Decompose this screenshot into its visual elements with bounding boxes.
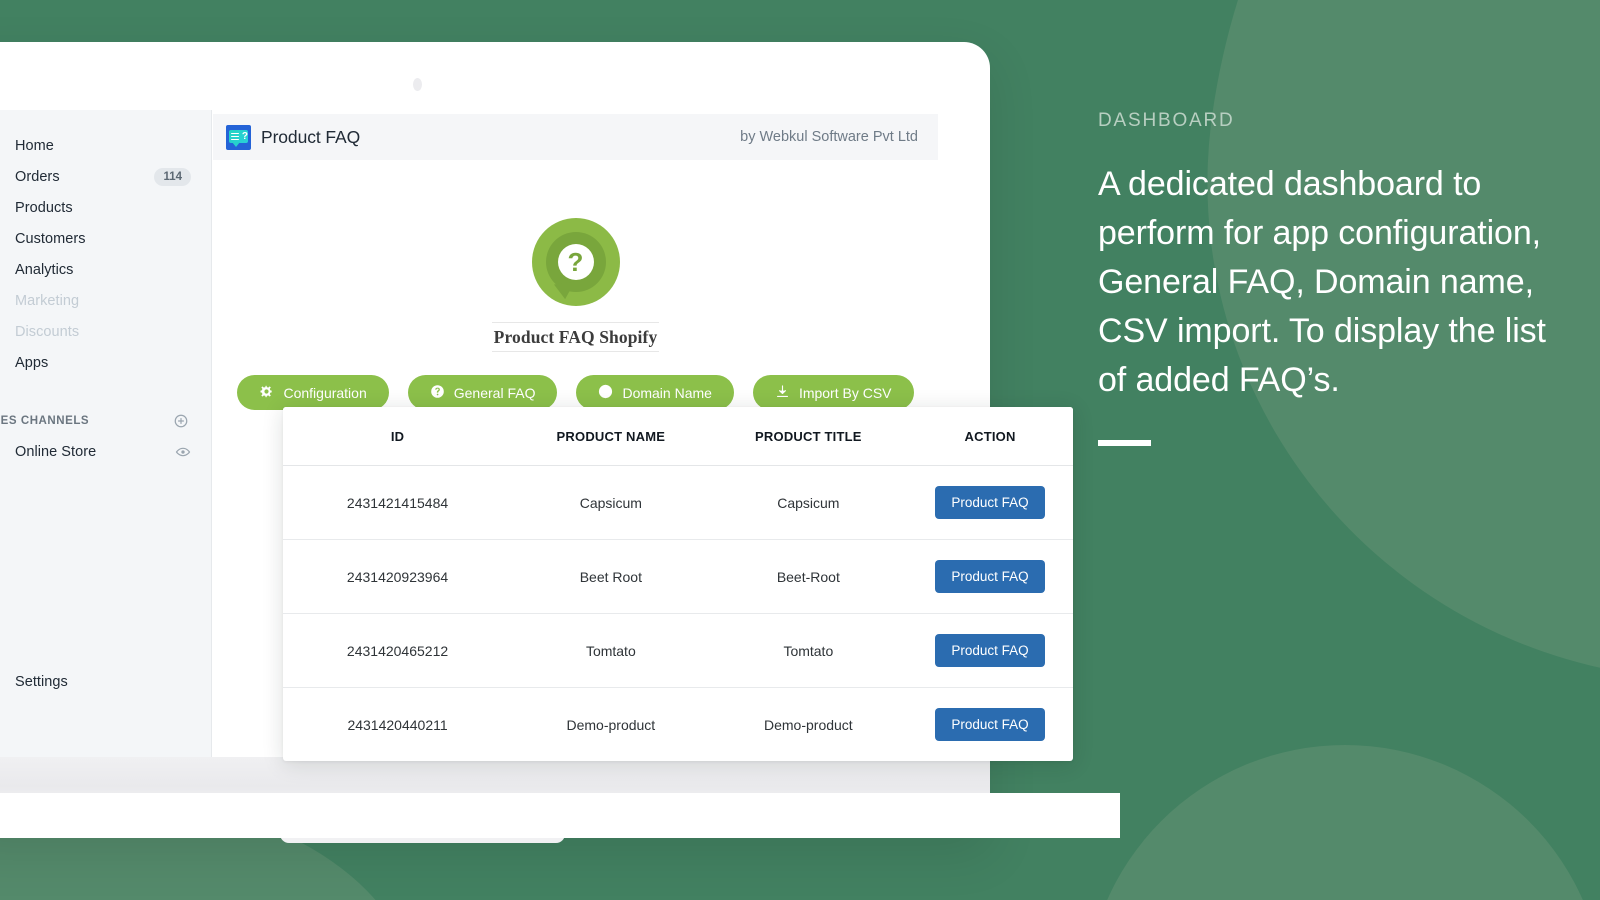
cell-product-name: Demo-product [566,716,656,733]
sidebar-item-settings[interactable]: Settings [0,666,205,697]
cell-action: Product FAQ [907,465,1073,540]
device-camera-dot [413,78,422,91]
cell-id: 2431420440211 [347,716,448,733]
cell-product-name: Beet Root [512,539,710,614]
general-faq-button[interactable]: General FAQ [407,375,558,410]
eye-icon[interactable] [175,444,191,460]
shopify-sidebar: Home Orders 114 Products Customers Analy… [0,110,212,757]
sidebar-item-home[interactable]: Home [0,130,205,161]
button-label: Domain Name [622,384,712,401]
panel-body-text: A dedicated dashboard to perform for app… [1098,165,1546,399]
table-row: 2431420465212 Tomtato Tomtato Product FA… [283,613,1073,688]
cell-product-title: Tomtato [709,613,908,688]
row-product-faq-button[interactable]: Product FAQ [935,708,1045,741]
sidebar-item-label: Analytics [15,261,74,278]
plus-circle-icon[interactable] [173,413,189,429]
cell-product-name: Capsicum [512,465,710,540]
sidebar-item-label: Discounts [15,323,80,340]
app-title: Product FAQ [261,126,361,147]
product-faq-app-icon: ? [226,124,251,150]
cell-action: Product FAQ [907,688,1073,762]
sales-channels-section-header: SALES CHANNELS [0,410,205,432]
logo-bubble-shape: ? [545,232,606,292]
app-byline: by Webkul Software Pvt Ltd [740,129,918,145]
section-title: SALES CHANNELS [0,415,90,427]
device-base-bevel [980,793,1120,838]
download-icon [775,384,790,402]
cell-product-name: Tomtato [512,613,710,688]
column-header-action: ACTION [907,407,1073,466]
sidebar-item-products[interactable]: Products [0,192,205,223]
sidebar-item-online-store[interactable]: Online Store [0,436,205,467]
sidebar-item-label: Online Store [15,443,97,460]
table-head: ID PRODUCT NAME PRODUCT TITLE ACTION [283,407,1073,466]
sidebar-item-orders[interactable]: Orders 114 [0,161,205,192]
table-header-row: ID PRODUCT NAME PRODUCT TITLE ACTION [283,407,1073,466]
marketing-panel: DASHBOARD A dedicated dashboard to perfo… [1098,110,1568,446]
button-label: Import By CSV [798,384,892,401]
cell-action: Product FAQ [907,613,1073,688]
cell-product-title: Capsicum [709,465,908,540]
column-header-id: ID [283,407,513,466]
sidebar-item-label: Apps [15,354,49,371]
question-circle-icon [430,384,445,402]
sidebar-item-label: Products [15,199,73,216]
orders-badge: 114 [154,167,191,186]
cell-id: 2431420465212 [283,613,513,688]
sidebar-item-label: Customers [15,230,86,247]
bubble-lines [231,132,239,142]
app-header-bar: ? Product FAQ by Webkul Software Pvt Ltd [213,114,938,160]
import-by-csv-button[interactable]: Import By CSV [752,375,914,410]
globe-icon [598,384,613,402]
configuration-button[interactable]: Configuration [237,375,389,410]
bubble-question-mark: ? [241,130,248,142]
cell-action: Product FAQ [907,539,1073,614]
table-body: 2431421415484 Capsicum Capsicum Product … [283,465,1073,762]
sidebar-item-label: Marketing [15,292,80,309]
gear-icon [259,384,274,402]
sidebar-item-label: Home [15,137,54,154]
app-logo-caption: Product FAQ Shopify [491,322,660,352]
table-row: 2431420923964 Beet Root Beet-Root Produc… [283,539,1073,614]
column-header-product-title: PRODUCT TITLE [709,407,908,466]
device-base [0,793,1120,838]
row-product-faq-button[interactable]: Product FAQ [935,634,1045,667]
row-product-faq-button[interactable]: Product FAQ [935,486,1045,519]
sidebar-item-apps[interactable]: Apps [0,347,205,378]
product-faq-table: ID PRODUCT NAME PRODUCT TITLE ACTION 243… [283,407,1073,761]
cell-id: 2431420923964 [283,539,513,614]
app-header-left: ? Product FAQ [226,124,361,150]
panel-eyebrow: DASHBOARD [1098,110,1235,131]
page-root: Home Orders 114 Products Customers Analy… [0,0,1600,900]
sidebar-item-discounts[interactable]: Discounts [0,316,205,347]
sidebar-item-customers[interactable]: Customers [0,223,205,254]
background-circle-bottom-right [1085,745,1600,900]
panel-underline-rule [1098,440,1151,446]
sidebar-settings-wrap: Settings [0,666,211,697]
cell-product-title: Demo-product [763,716,853,733]
cell-product-title: Beet-Root [709,539,908,614]
domain-name-button[interactable]: Domain Name [576,375,734,410]
product-faq-table-card: ID PRODUCT NAME PRODUCT TITLE ACTION 243… [283,407,1073,761]
app-action-buttons: Configuration General FAQ Domain Name Im… [213,375,938,410]
question-mark-speech-bubble-icon: ? [531,218,620,306]
button-label: Configuration [283,384,367,401]
sidebar-item-marketing[interactable]: Marketing [0,285,205,316]
column-header-product-name: PRODUCT NAME [512,407,710,466]
sidebar-item-label: Orders [15,168,60,185]
app-hero: ? Product FAQ Shopify [213,218,938,352]
table-row: 2431420440211 Demo-product Demo-product … [283,688,1073,762]
button-label: General FAQ [453,384,536,401]
table-row: 2431421415484 Capsicum Capsicum Product … [283,465,1073,540]
logo-question-glyph: ? [557,244,594,280]
cell-id: 2431421415484 [283,465,513,540]
sidebar-item-label: Settings [15,673,68,690]
sidebar-nav-list: Home Orders 114 Products Customers Analy… [0,110,211,378]
sidebar-item-analytics[interactable]: Analytics [0,254,205,285]
row-product-faq-button[interactable]: Product FAQ [935,560,1045,593]
